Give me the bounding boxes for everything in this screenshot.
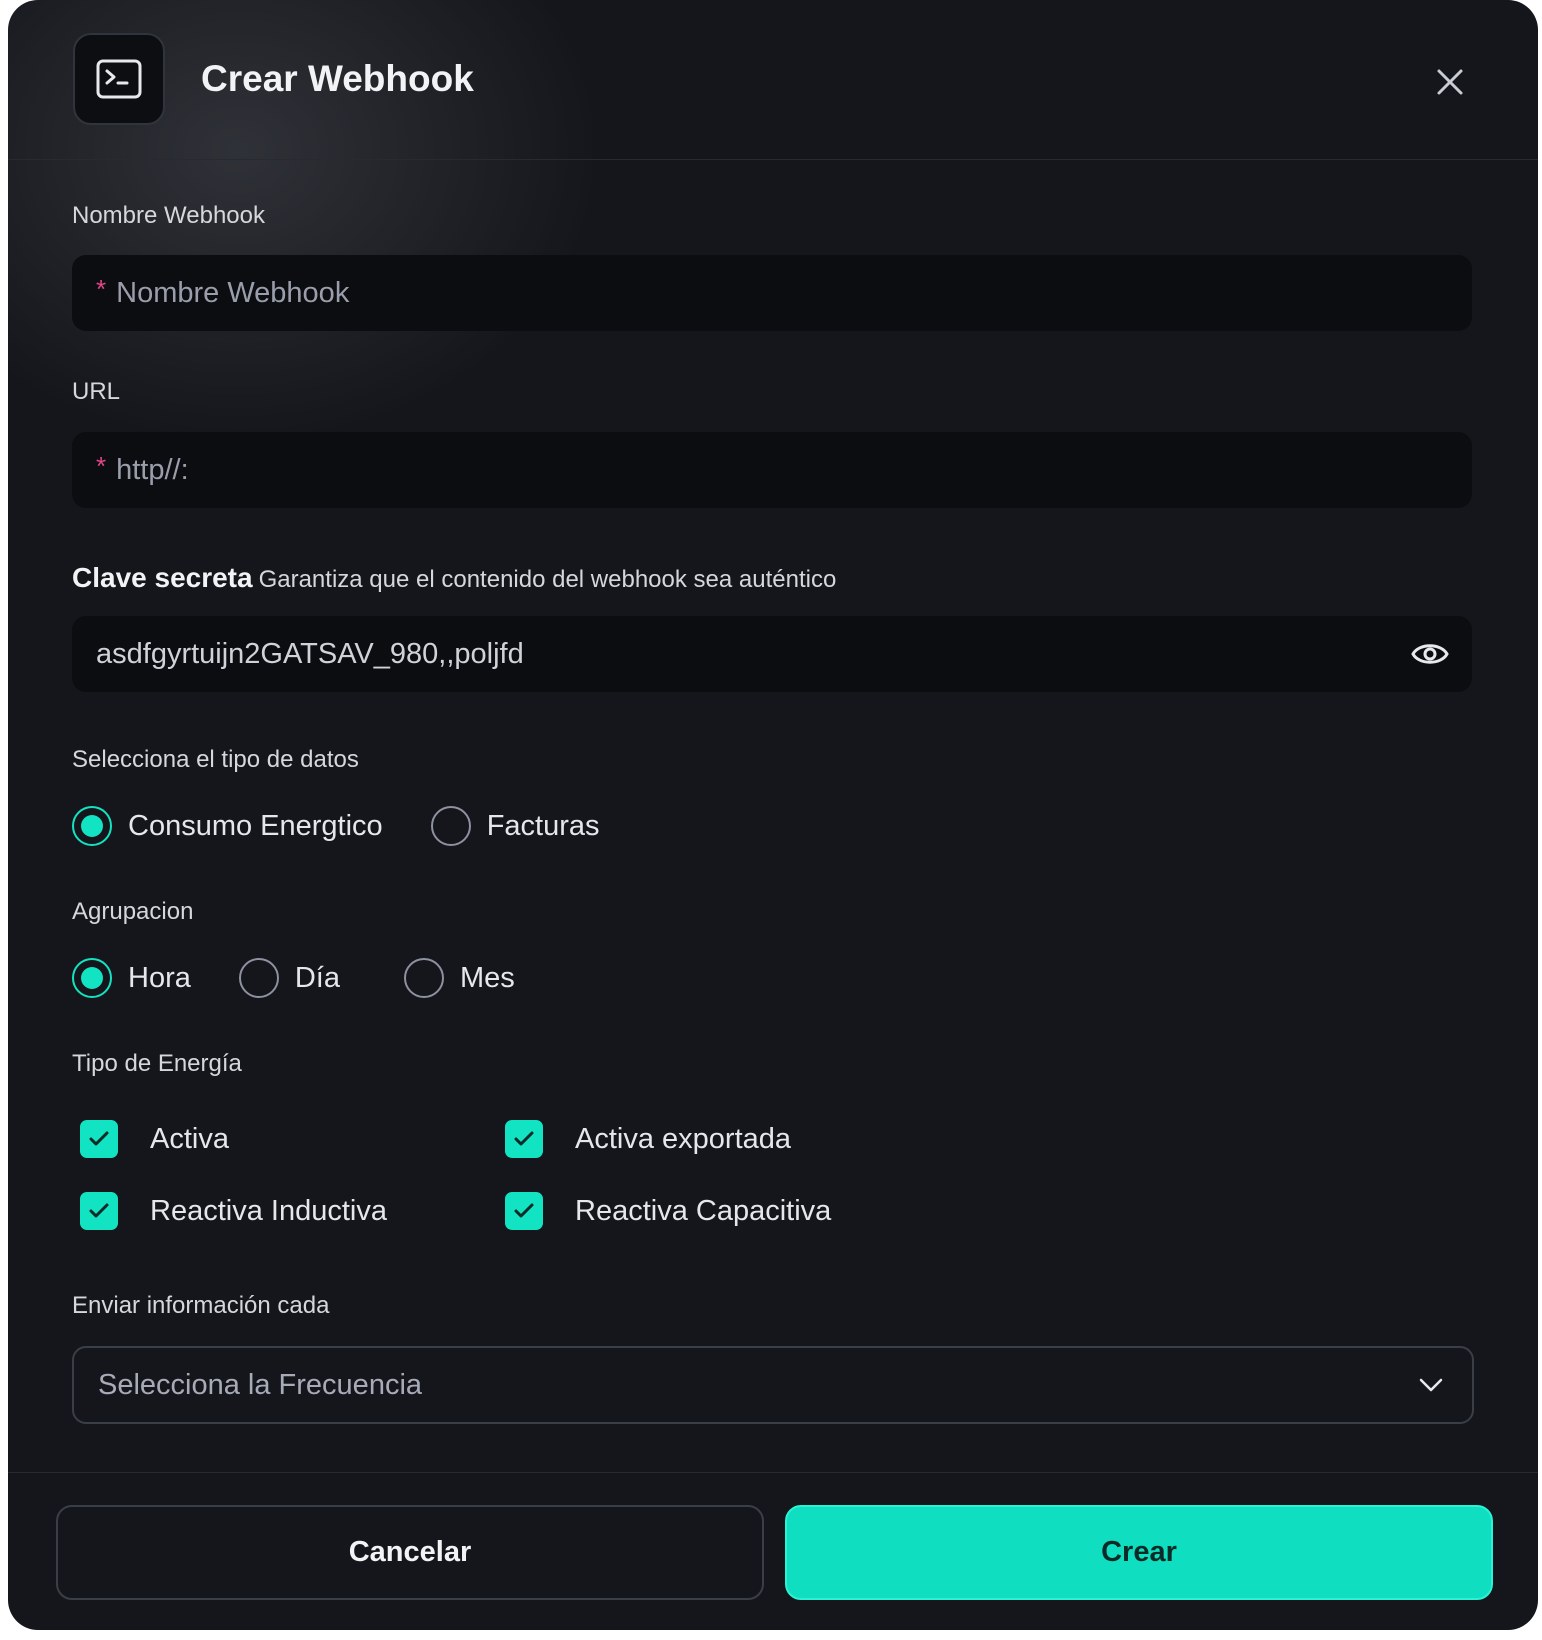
- frequency-placeholder: Selecciona la Frecuencia: [98, 1368, 423, 1401]
- modal-title: Crear Webhook: [201, 58, 474, 99]
- grouping-label: Agrupacion: [72, 898, 194, 925]
- radio-label: Mes: [460, 961, 515, 994]
- webhook-name-label: Nombre Webhook: [72, 202, 265, 229]
- radio-indicator: [238, 958, 279, 998]
- checkbox-reactiva-capacitiva[interactable]: Reactiva Capacitiva: [505, 1192, 831, 1230]
- url-label: URL: [72, 378, 121, 405]
- grouping-radio-group: Hora Día Mes: [72, 958, 515, 998]
- data-type-label: Selecciona el tipo de datos: [72, 746, 359, 773]
- radio-indicator: [72, 806, 112, 846]
- radio-indicator: [404, 958, 444, 998]
- radio-indicator: [430, 806, 471, 846]
- terminal-icon: [73, 33, 165, 125]
- webhook-name-field[interactable]: *: [72, 255, 1472, 331]
- checkbox-label: Reactiva Inductiva: [150, 1194, 387, 1227]
- check-icon: [80, 1192, 118, 1230]
- checkbox-activa[interactable]: Activa: [80, 1120, 229, 1158]
- checkbox-reactiva-inductiva[interactable]: Reactiva Inductiva: [80, 1192, 387, 1230]
- footer-divider: [8, 1472, 1538, 1473]
- url-input[interactable]: [116, 453, 1472, 487]
- secret-key-input[interactable]: [96, 637, 1472, 671]
- secret-key-title: Clave secreta: [72, 562, 253, 593]
- secret-key-field[interactable]: [72, 616, 1472, 692]
- close-button[interactable]: [1426, 58, 1474, 106]
- radio-label: Facturas: [486, 809, 600, 842]
- close-icon: [1437, 69, 1463, 95]
- checkbox-label: Reactiva Capacitiva: [575, 1194, 832, 1227]
- radio-mes[interactable]: Mes: [404, 958, 515, 998]
- secret-key-hint: Garantiza que el contenido del webhook s…: [258, 566, 837, 593]
- modal-header: Crear Webhook: [8, 0, 1538, 160]
- checkbox-activa-exportada[interactable]: Activa exportada: [505, 1120, 791, 1158]
- radio-dia[interactable]: Día: [238, 958, 340, 998]
- create-button[interactable]: Crear: [785, 1505, 1493, 1600]
- eye-icon: [1411, 644, 1449, 664]
- radio-hora[interactable]: Hora: [72, 958, 191, 998]
- radio-indicator: [72, 958, 112, 998]
- check-icon: [80, 1120, 118, 1158]
- cancel-button[interactable]: Cancelar: [56, 1505, 764, 1600]
- frequency-label: Enviar información cada: [72, 1292, 330, 1319]
- checkbox-label: Activa exportada: [575, 1122, 792, 1155]
- check-icon: [505, 1192, 543, 1230]
- url-field[interactable]: *: [72, 432, 1472, 508]
- check-icon: [505, 1120, 543, 1158]
- energy-type-label: Tipo de Energía: [72, 1050, 242, 1077]
- required-mark: *: [96, 273, 107, 304]
- webhook-name-input[interactable]: [116, 276, 1472, 310]
- radio-label: Consumo Energtico: [128, 809, 383, 842]
- create-webhook-modal: Crear Webhook Nombre Webhook * URL * Cla…: [8, 0, 1538, 1630]
- checkbox-label: Activa: [150, 1122, 229, 1155]
- radio-label: Día: [294, 961, 340, 994]
- frequency-select[interactable]: Selecciona la Frecuencia: [72, 1346, 1474, 1424]
- required-mark: *: [96, 450, 107, 481]
- radio-facturas[interactable]: Facturas: [430, 806, 600, 846]
- toggle-visibility-button[interactable]: [1410, 634, 1450, 674]
- radio-label: Hora: [128, 961, 191, 994]
- chevron-down-icon: [1419, 1378, 1443, 1392]
- data-type-radio-group: Consumo Energtico Facturas: [72, 806, 600, 846]
- radio-consumo-energetico[interactable]: Consumo Energtico: [72, 806, 383, 846]
- secret-key-label: Clave secreta Garantiza que el contenido …: [72, 562, 836, 594]
